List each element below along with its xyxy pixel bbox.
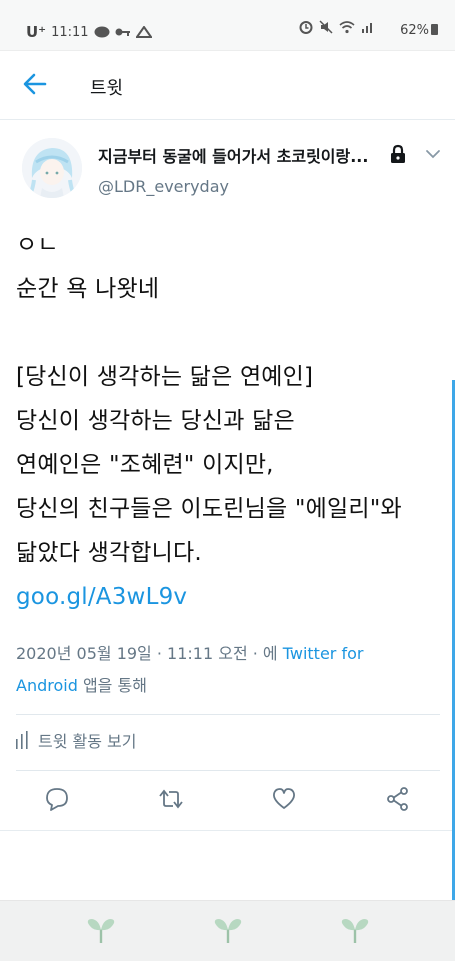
signal-icon bbox=[362, 23, 372, 33]
battery-icon bbox=[431, 24, 438, 35]
lock-icon bbox=[391, 144, 405, 163]
retweet-icon[interactable] bbox=[158, 786, 184, 812]
clock: 11:11 bbox=[51, 24, 89, 40]
mute-icon bbox=[319, 20, 333, 34]
activity-label: 트윗 활동 보기 bbox=[38, 732, 137, 751]
tweet-actions bbox=[0, 770, 455, 830]
tweet-activity-link[interactable]: 트윗 활동 보기 bbox=[16, 728, 137, 752]
app-header: 트윗 bbox=[0, 51, 455, 120]
status-right bbox=[299, 20, 375, 34]
tweet-meta: 2020년 05월 19일 · 11:11 오전 · 에 Twitter for… bbox=[16, 638, 436, 702]
bar-chart-icon bbox=[16, 731, 28, 749]
tweet-line: 당신의 친구들은 이도린님을 "에일리"와 bbox=[16, 496, 402, 522]
tweet-line: 닮았다 생각합니다. bbox=[16, 540, 202, 566]
tweet-line bbox=[16, 311, 436, 355]
talk-icon bbox=[94, 26, 110, 38]
share-icon[interactable] bbox=[385, 786, 411, 812]
tweet-line: ㅇㄴ bbox=[16, 232, 59, 258]
app-notification-icon bbox=[135, 26, 152, 38]
avatar-image bbox=[22, 138, 82, 198]
key-icon bbox=[115, 28, 130, 36]
heart-icon[interactable] bbox=[271, 786, 297, 812]
via-suffix: 앱을 통해 bbox=[77, 676, 147, 695]
carrier-label: U⁺ bbox=[26, 23, 47, 41]
arrow-left-icon[interactable] bbox=[22, 71, 48, 97]
tweet-line: 연예인은 "조혜련" 이지만, bbox=[16, 452, 274, 478]
tweet-line: 순간 욕 나왓네 bbox=[16, 276, 160, 302]
via-app-link[interactable]: Twitter for bbox=[283, 644, 364, 663]
tweet-text: ㅇㄴ 순간 욕 나왓네 [당신이 생각하는 닮은 연예인] 당신이 생각하는 당… bbox=[16, 223, 436, 619]
via-app-link-cont[interactable]: Android bbox=[16, 676, 78, 695]
wifi-icon bbox=[339, 21, 355, 34]
status-left: U⁺ 11:11 bbox=[26, 23, 152, 41]
sprout-icon[interactable] bbox=[211, 915, 245, 945]
user-handle[interactable]: @LDR_everyday bbox=[98, 177, 229, 196]
divider bbox=[16, 714, 440, 715]
sprout-icon[interactable] bbox=[338, 915, 372, 945]
timestamp: 2020년 05월 19일 · 11:11 오전 · 에 bbox=[16, 644, 283, 663]
status-bar: U⁺ 11:11 62% bbox=[0, 0, 455, 51]
tweet-link[interactable]: goo.gl/A3wL9v bbox=[16, 584, 187, 610]
battery-percent: 62% bbox=[400, 23, 429, 38]
divider bbox=[0, 830, 455, 831]
sprout-icon[interactable] bbox=[84, 915, 118, 945]
tweet-line: [당신이 생각하는 닮은 연예인] bbox=[16, 364, 314, 390]
tweet-line: 당신이 생각하는 당신과 닮은 bbox=[16, 408, 295, 434]
page-title: 트윗 bbox=[90, 78, 124, 99]
display-name[interactable]: 지금부터 동굴에 들어가서 초코릿이랑... bbox=[98, 143, 368, 167]
chevron-down-icon[interactable] bbox=[424, 147, 442, 161]
alarm-icon bbox=[299, 21, 313, 34]
reply-icon[interactable] bbox=[44, 786, 70, 812]
bottom-nav-bar bbox=[0, 900, 455, 961]
avatar[interactable] bbox=[22, 138, 82, 198]
